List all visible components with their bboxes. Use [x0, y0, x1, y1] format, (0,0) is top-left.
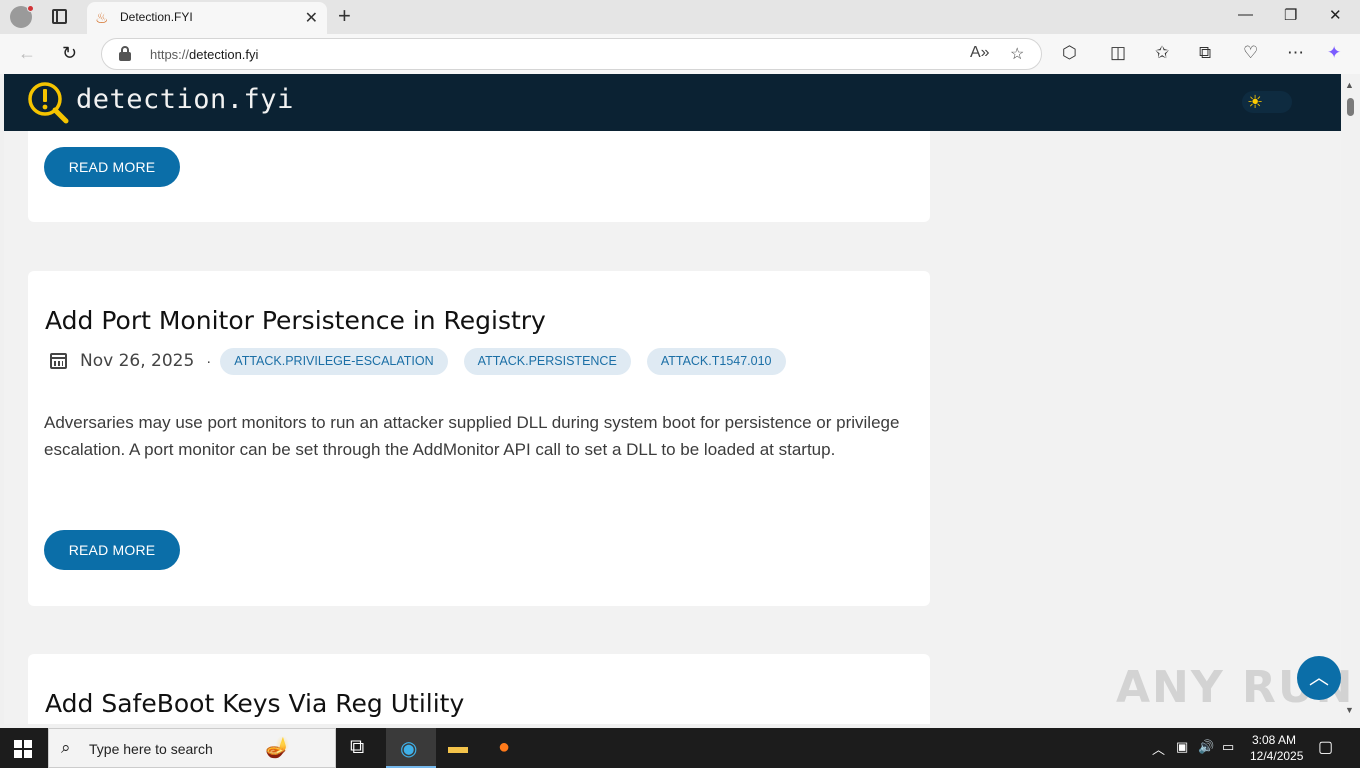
tab-detection-fyi[interactable]: ♨ Detection.FYI ✕ — [87, 2, 327, 34]
scrollbar[interactable]: ▲ ▼ — [1341, 74, 1360, 724]
volume-icon[interactable]: 🔊 — [1198, 739, 1214, 755]
lock-icon[interactable] — [119, 46, 131, 61]
close-icon[interactable]: ✕ — [305, 8, 318, 28]
theme-toggle[interactable]: ☀ — [1242, 91, 1292, 113]
sun-icon: ☀ — [1247, 92, 1264, 112]
favorites-icon[interactable]: ✩ — [1155, 43, 1169, 63]
post-meta: Nov 26, 2025 · ATTACK.PRIVILEGE-ESCALATI… — [50, 347, 802, 375]
back-to-top-button[interactable]: ︿ — [1297, 656, 1341, 700]
tab-title: Detection.FYI — [120, 10, 193, 24]
task-view-icon[interactable]: ⧉ — [350, 736, 364, 759]
meet-icon[interactable]: ▣ — [1176, 739, 1188, 755]
read-more-button[interactable]: READ MORE — [44, 147, 180, 187]
taskbar-clock[interactable]: 3:08 AM 12/4/2025 — [1250, 732, 1304, 764]
extensions-icon[interactable]: ⬡ — [1062, 43, 1077, 63]
window-close-icon[interactable]: ✕ — [1329, 6, 1342, 24]
tag-persistence[interactable]: ATTACK.PERSISTENCE — [463, 347, 631, 375]
tag-t1547-010[interactable]: ATTACK.T1547.010 — [646, 347, 786, 375]
magnifier-alert-icon[interactable] — [27, 81, 69, 125]
post-title[interactable]: Add SafeBoot Keys Via Reg Utility — [45, 689, 464, 718]
taskbar: ⌕ Type here to search 🪔 ⧉ ◉ ▬ ● ︿ ▣ 🔊 ▭ … — [0, 728, 1360, 768]
browser-tab-bar: ♨ Detection.FYI ✕ + — ❐ ✕ — [0, 0, 1360, 34]
split-screen-icon[interactable]: ◫ — [1110, 43, 1126, 63]
address-bar[interactable]: https://detection.fyi A» ☆ — [101, 38, 1042, 70]
tab-actions-icon[interactable] — [52, 9, 67, 24]
meta-separator: · — [206, 352, 212, 370]
post-title[interactable]: Add Port Monitor Persistence in Registry — [45, 306, 546, 335]
scrollbar-thumb[interactable] — [1347, 98, 1354, 116]
search-highlight-icon: 🪔 — [265, 737, 290, 759]
copilot-icon[interactable]: ✦ — [1327, 43, 1341, 63]
more-icon[interactable]: ⋯ — [1287, 43, 1304, 63]
post-date: Nov 26, 2025 — [80, 351, 195, 371]
new-tab-icon[interactable]: + — [338, 3, 351, 29]
post-card: Add SafeBoot Keys Via Reg Utility — [28, 654, 930, 724]
profile-icon[interactable] — [10, 5, 34, 28]
search-placeholder: Type here to search — [89, 741, 213, 757]
firefox-icon[interactable]: ● — [498, 736, 510, 759]
flame-icon: ♨ — [95, 10, 109, 27]
read-more-button[interactable]: READ MORE — [44, 530, 180, 570]
calendar-icon — [50, 353, 67, 369]
windows-start-icon[interactable] — [14, 740, 32, 758]
web-page: READ MORE Add Port Monitor Persistence i… — [4, 74, 1341, 724]
scroll-up-icon[interactable]: ▲ — [1345, 80, 1354, 90]
browser-essentials-icon[interactable]: ♡ — [1243, 43, 1258, 63]
favorite-icon[interactable]: ☆ — [1010, 44, 1024, 64]
back-icon[interactable]: ← — [18, 43, 36, 64]
minimize-icon[interactable]: — — [1238, 6, 1253, 23]
taskbar-search[interactable]: ⌕ Type here to search 🪔 — [48, 728, 336, 768]
edge-icon[interactable]: ◉ — [400, 736, 417, 761]
collections-icon[interactable]: ⧉ — [1199, 43, 1211, 63]
post-excerpt: Adversaries may use port monitors to run… — [44, 413, 900, 459]
file-explorer-icon[interactable]: ▬ — [448, 736, 468, 759]
tray-chevron-icon[interactable]: ︿ — [1152, 739, 1165, 758]
refresh-icon[interactable]: ↻ — [62, 43, 77, 64]
site-name[interactable]: detection.fyi — [76, 84, 294, 115]
url-text[interactable]: https://detection.fyi — [150, 47, 258, 62]
browser-toolbar: ← ↻ https://detection.fyi A» ☆ ⬡ ◫ ✩ ⧉ ♡… — [0, 34, 1360, 74]
notification-dot — [27, 5, 34, 12]
clock-date: 12/4/2025 — [1250, 749, 1304, 763]
tag-privilege-escalation[interactable]: ATTACK.PRIVILEGE-ESCALATION — [220, 347, 448, 375]
search-icon: ⌕ — [61, 738, 71, 757]
post-card: Add Port Monitor Persistence in Registry… — [28, 271, 930, 606]
notifications-icon[interactable]: ▢ — [1318, 737, 1333, 757]
read-aloud-icon[interactable]: A» — [970, 44, 990, 62]
clock-time: 3:08 AM — [1251, 733, 1297, 747]
network-icon[interactable]: ▭ — [1222, 739, 1234, 755]
restore-icon[interactable]: ❐ — [1284, 6, 1297, 24]
site-header: detection.fyi ☀ — [4, 74, 1341, 131]
